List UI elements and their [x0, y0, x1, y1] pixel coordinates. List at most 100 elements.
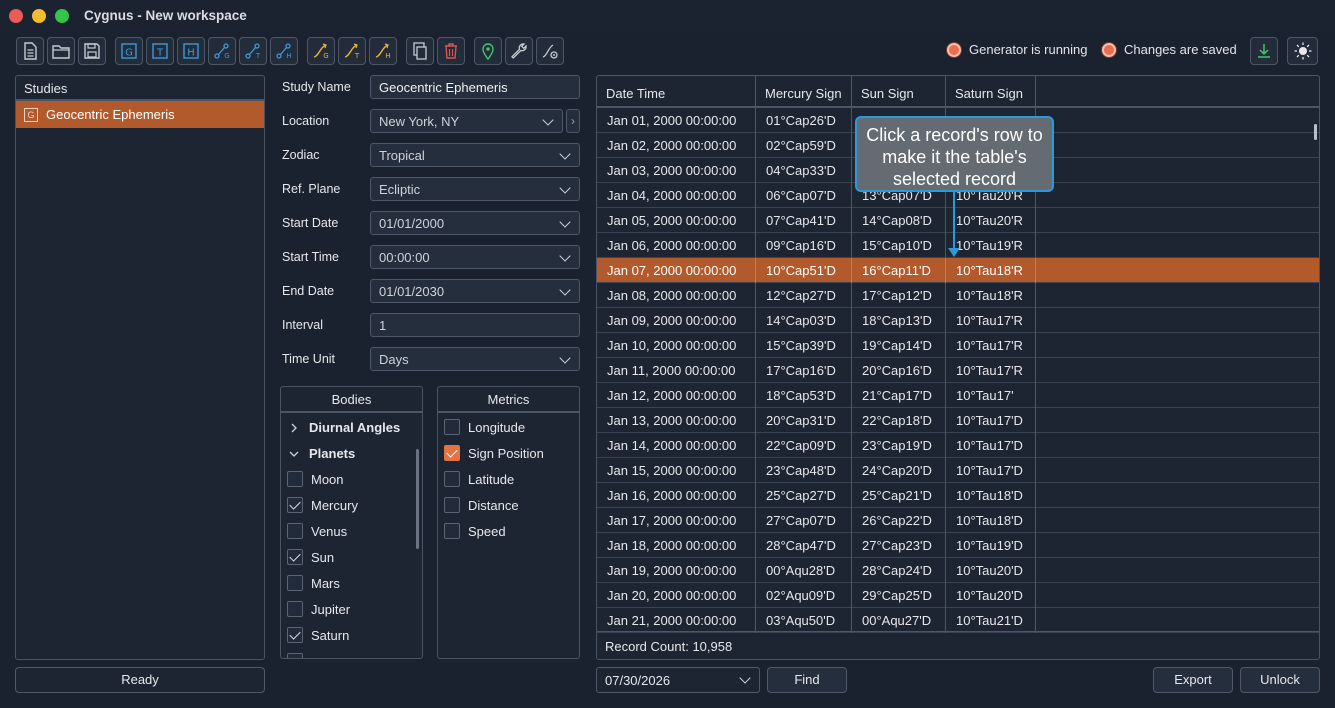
- ref-plane-select[interactable]: Ecliptic: [370, 177, 580, 201]
- bodies-scrollbar[interactable]: [416, 449, 419, 549]
- studies-header: Studies: [16, 76, 264, 101]
- checkbox[interactable]: [444, 445, 460, 461]
- delete-button[interactable]: [437, 37, 465, 65]
- checkbox[interactable]: [287, 575, 303, 591]
- table-row[interactable]: Jan 18, 2000 00:00:00 28°Cap47'D 27°Cap23'…: [597, 533, 1319, 558]
- tools-button[interactable]: [505, 37, 533, 65]
- study-name-field[interactable]: Geocentric Ephemeris: [370, 75, 580, 99]
- curve-h-button[interactable]: H: [369, 37, 397, 65]
- checkbox[interactable]: [287, 497, 303, 513]
- graph-h-button[interactable]: H: [270, 37, 298, 65]
- export-button[interactable]: Export: [1153, 667, 1233, 693]
- table-row[interactable]: Jan 13, 2000 00:00:00 20°Cap31'D 22°Cap18'…: [597, 408, 1319, 433]
- table-cell: 10°Tau17'R: [946, 358, 1036, 383]
- location-select[interactable]: New York, NY: [370, 109, 563, 133]
- body-venus[interactable]: Venus: [287, 523, 347, 539]
- zodiac-select[interactable]: Tropical: [370, 143, 580, 167]
- table-cell: Jan 15, 2000 00:00:00: [597, 458, 756, 483]
- graph-t-button[interactable]: T: [239, 37, 267, 65]
- metric-distance[interactable]: Distance: [444, 497, 519, 513]
- table-cell: Jan 19, 2000 00:00:00: [597, 558, 756, 583]
- body-sun[interactable]: Sun: [287, 549, 334, 565]
- checkbox[interactable]: [444, 497, 460, 513]
- interval-field[interactable]: 1: [370, 313, 580, 337]
- table-row[interactable]: Jan 19, 2000 00:00:00 00°Aqu28'D 28°Cap24'…: [597, 558, 1319, 583]
- theme-toggle-button[interactable]: [1287, 37, 1318, 65]
- copy-button[interactable]: [406, 37, 434, 65]
- checkbox[interactable]: [287, 601, 303, 617]
- table-row[interactable]: Jan 21, 2000 00:00:00 03°Aqu50'D 00°Aqu27'…: [597, 608, 1319, 633]
- body-mars[interactable]: Mars: [287, 575, 340, 591]
- table-row[interactable]: Jan 08, 2000 00:00:00 12°Cap27'D 17°Cap12'…: [597, 283, 1319, 308]
- body-saturn[interactable]: Saturn: [287, 627, 349, 643]
- body-jupiter[interactable]: Jupiter: [287, 601, 350, 617]
- table-row[interactable]: Jan 09, 2000 00:00:00 14°Cap03'D 18°Cap13'…: [597, 308, 1319, 333]
- body-label: Moon: [311, 471, 344, 487]
- table-cell: 22°Cap18'D: [852, 408, 946, 433]
- column-header-sun-sign[interactable]: Sun Sign: [852, 76, 946, 108]
- ready-status-button[interactable]: Ready: [15, 667, 265, 693]
- t-study-button[interactable]: T: [146, 37, 174, 65]
- checkbox[interactable]: [287, 627, 303, 643]
- table-row-selected[interactable]: Jan 07, 2000 00:00:00 10°Cap51'D 16°Cap11'…: [597, 258, 1319, 283]
- table-cell: 10°Tau20'D: [946, 583, 1036, 608]
- minimize-window-button[interactable]: [32, 9, 46, 23]
- checkbox[interactable]: [444, 523, 460, 539]
- table-cell: Jan 14, 2000 00:00:00: [597, 433, 756, 458]
- checkbox[interactable]: [287, 549, 303, 565]
- table-cell: 00°Aqu28'D: [756, 558, 852, 583]
- table-row[interactable]: Jan 16, 2000 00:00:00 25°Cap27'D 25°Cap21'…: [597, 483, 1319, 508]
- table-row[interactable]: Jan 17, 2000 00:00:00 27°Cap07'D 26°Cap22'…: [597, 508, 1319, 533]
- unlock-button[interactable]: Unlock: [1240, 667, 1320, 693]
- table-row[interactable]: Jan 12, 2000 00:00:00 18°Cap53'D 21°Cap17'…: [597, 383, 1319, 408]
- location-button[interactable]: [474, 37, 502, 65]
- column-header-mercury-sign[interactable]: Mercury Sign: [756, 76, 852, 108]
- table-row[interactable]: Jan 14, 2000 00:00:00 22°Cap09'D 23°Cap19'…: [597, 433, 1319, 458]
- curve-g-button[interactable]: G: [307, 37, 335, 65]
- metric-latitude[interactable]: Latitude: [444, 471, 514, 487]
- ref-plane-label: Ref. Plane: [282, 182, 341, 196]
- study-item[interactable]: G Geocentric Ephemeris: [16, 101, 264, 128]
- save-button[interactable]: [78, 37, 106, 65]
- new-file-button[interactable]: [16, 37, 44, 65]
- body-mercury[interactable]: Mercury: [287, 497, 358, 513]
- column-header-date-time[interactable]: Date Time: [597, 76, 756, 108]
- checkbox[interactable]: [444, 419, 460, 435]
- start-date-picker[interactable]: 01/01/2000: [370, 211, 580, 235]
- start-time-picker[interactable]: 00:00:00: [370, 245, 580, 269]
- time-unit-select[interactable]: Days: [370, 347, 580, 371]
- open-button[interactable]: [47, 37, 75, 65]
- metric-longitude[interactable]: Longitude: [444, 419, 525, 435]
- curve-t-button[interactable]: T: [338, 37, 366, 65]
- checkbox[interactable]: [444, 471, 460, 487]
- column-header-saturn-sign[interactable]: Saturn Sign: [946, 76, 1036, 108]
- table-row[interactable]: Jan 10, 2000 00:00:00 15°Cap39'D 19°Cap14'…: [597, 333, 1319, 358]
- end-date-picker[interactable]: 01/01/2030: [370, 279, 580, 303]
- table-cell: 23°Cap19'D: [852, 433, 946, 458]
- body-moon[interactable]: Moon: [287, 471, 344, 487]
- table-cell: Jan 02, 2000 00:00:00: [597, 133, 756, 158]
- zoom-window-button[interactable]: [55, 9, 69, 23]
- checkbox[interactable]: [287, 471, 303, 487]
- h-study-button[interactable]: H: [177, 37, 205, 65]
- find-button[interactable]: Find: [767, 667, 847, 693]
- close-window-button[interactable]: [9, 9, 23, 23]
- download-button[interactable]: [1250, 37, 1278, 65]
- graph-t-icon: T: [245, 43, 261, 60]
- metric-speed[interactable]: Speed: [444, 523, 506, 539]
- table-scrollbar[interactable]: [1314, 124, 1317, 140]
- location-chevron-right-icon[interactable]: ›: [566, 109, 580, 133]
- graph-g-button[interactable]: G: [208, 37, 236, 65]
- table-row[interactable]: Jan 11, 2000 00:00:00 17°Cap16'D 20°Cap16'…: [597, 358, 1319, 383]
- table-row[interactable]: Jan 20, 2000 00:00:00 02°Aqu09'D 29°Cap25'…: [597, 583, 1319, 608]
- metric-sign-position[interactable]: Sign Position: [444, 445, 544, 461]
- find-date-picker[interactable]: 07/30/2026: [596, 667, 760, 693]
- checkbox[interactable]: [287, 523, 303, 539]
- chart-settings-button[interactable]: [536, 37, 564, 65]
- tree-group-planets[interactable]: Planets: [289, 446, 355, 461]
- g-study-button[interactable]: G: [115, 37, 143, 65]
- table-row[interactable]: Jan 15, 2000 00:00:00 23°Cap48'D 24°Cap20'…: [597, 458, 1319, 483]
- table-cell: 25°Cap27'D: [756, 483, 852, 508]
- table-row[interactable]: Jan 05, 2000 00:00:00 07°Cap41'D 14°Cap08'…: [597, 208, 1319, 233]
- tree-group-diurnal-angles[interactable]: Diurnal Angles: [289, 420, 400, 435]
